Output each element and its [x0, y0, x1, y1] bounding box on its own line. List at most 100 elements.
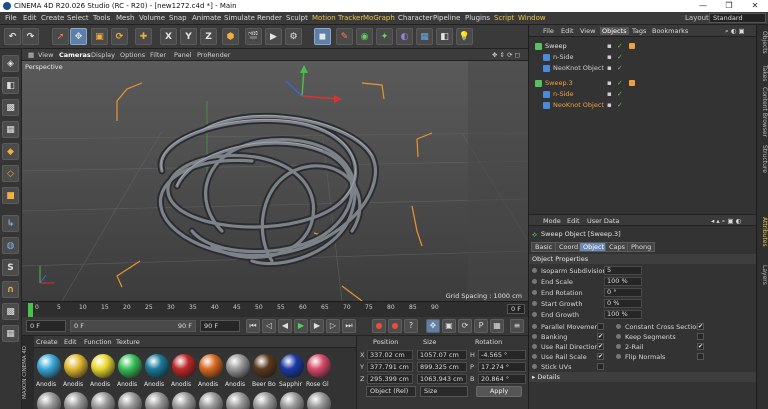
tweak-icon[interactable]: ◍: [2, 237, 19, 254]
obj-menu-edit[interactable]: Edit: [561, 27, 574, 35]
animation-dot-icon[interactable]: [532, 364, 537, 369]
record-icon[interactable]: ●: [372, 319, 386, 333]
material-swatch[interactable]: [64, 354, 88, 378]
goto-end-icon[interactable]: ⏭: [342, 319, 356, 333]
obj-manager-nav-icons[interactable]: ⌕ ◐ ▣: [725, 27, 745, 36]
property-value-field[interactable]: 100 %: [604, 310, 642, 319]
magnet-icon[interactable]: ∩: [2, 281, 19, 298]
tab-object[interactable]: Object: [579, 242, 609, 252]
pen-icon[interactable]: ✎: [336, 28, 353, 45]
timeline-ruler[interactable]: 0 5 10 15 20 25 30 35 40 45 50 55 60 65 …: [22, 301, 528, 317]
material-swatch[interactable]: [118, 354, 142, 378]
enabled-check-icon[interactable]: ✓: [617, 64, 623, 72]
animation-dot-icon[interactable]: [532, 301, 537, 306]
viewport-menu-icon[interactable]: ▦: [28, 51, 34, 59]
material-swatch[interactable]: [253, 354, 277, 378]
vp-menu-panel[interactable]: Panel: [174, 51, 192, 59]
start-frame-field[interactable]: 0 F: [26, 320, 66, 332]
property-value-field[interactable]: 0 %: [604, 299, 642, 308]
material-swatch[interactable]: [145, 354, 169, 378]
menu-mograph[interactable]: MoGraph: [363, 14, 395, 22]
mat-menu-function[interactable]: Function: [84, 338, 112, 346]
attr-menu-mode[interactable]: Mode: [543, 217, 561, 225]
key-rotation-icon[interactable]: ⟳: [458, 319, 472, 333]
mat-menu-create[interactable]: Create: [36, 338, 58, 346]
visibility-icon[interactable]: ▪: [607, 79, 612, 87]
render-region-icon[interactable]: 🎬: [245, 28, 262, 45]
position-x-field[interactable]: 337.02 cm: [367, 350, 413, 360]
snapping-icon[interactable]: S: [2, 259, 19, 276]
animation-dot-icon[interactable]: [616, 344, 621, 349]
render-settings-icon[interactable]: ⚙: [285, 28, 302, 45]
world-coords-icon[interactable]: ⬢: [222, 28, 239, 45]
position-y-field[interactable]: 377.791 cm: [367, 362, 413, 372]
playhead[interactable]: [28, 303, 33, 317]
timeline-menu-icon[interactable]: ≡: [510, 319, 524, 333]
menu-mesh[interactable]: Mesh: [116, 14, 134, 22]
object-row[interactable]: n-Side ▪ ✓: [529, 89, 757, 100]
menu-render[interactable]: Render: [257, 14, 282, 22]
enabled-check-icon[interactable]: ✓: [617, 53, 623, 61]
viewport-nav-icons[interactable]: ✥ ⇕ ⟳ ◻: [492, 51, 520, 59]
size-y-field[interactable]: 899.325 cm: [417, 362, 467, 372]
vp-menu-view[interactable]: View: [38, 51, 53, 59]
move-icon[interactable]: ✥: [70, 28, 87, 45]
menu-animate[interactable]: Animate: [192, 14, 221, 22]
goto-start-icon[interactable]: ⏮: [246, 319, 260, 333]
rotation-b-field[interactable]: 20.864 °: [478, 374, 526, 384]
material-swatch[interactable]: [280, 392, 304, 409]
undo-icon[interactable]: ↶: [4, 28, 21, 45]
obj-menu-bookmarks[interactable]: Bookmarks: [652, 27, 688, 35]
property-value-field[interactable]: 5: [604, 266, 642, 275]
obj-menu-tags[interactable]: Tags: [632, 27, 646, 35]
menu-window[interactable]: Window: [518, 14, 546, 22]
tab-basic[interactable]: Basic: [531, 242, 557, 252]
vp-menu-cameras[interactable]: Cameras: [59, 51, 91, 59]
side-tab-takes[interactable]: Takes: [758, 65, 768, 81]
key-position-icon[interactable]: ✥: [426, 319, 440, 333]
points-mode-icon[interactable]: ◆: [2, 143, 19, 160]
position-z-field[interactable]: 295.399 cm: [367, 374, 413, 384]
object-row[interactable]: Sweep ▪ ✓: [529, 41, 757, 52]
coord-mode-select[interactable]: Object (Rel): [366, 386, 416, 397]
grid-icon[interactable]: ▦: [2, 325, 19, 342]
animation-dot-icon[interactable]: [532, 334, 537, 339]
make-editable-icon[interactable]: ◈: [2, 55, 19, 72]
key-pla-icon[interactable]: ▦: [490, 319, 504, 333]
visibility-icon[interactable]: ▪: [607, 90, 612, 98]
material-swatch[interactable]: [226, 392, 250, 409]
material-swatch[interactable]: [199, 392, 223, 409]
end-frame-field[interactable]: 90 F: [200, 320, 240, 332]
material-swatch[interactable]: [253, 392, 277, 409]
side-tab-attributes[interactable]: Attributes: [758, 217, 768, 247]
details-section[interactable]: ▸ Details: [529, 372, 757, 382]
checkbox[interactable]: [697, 333, 704, 340]
key-param-icon[interactable]: P: [474, 319, 488, 333]
animation-dot-icon[interactable]: [616, 324, 621, 329]
prev-key-icon[interactable]: ◁: [262, 319, 276, 333]
visibility-icon[interactable]: ▪: [607, 53, 612, 61]
material-swatch[interactable]: [91, 392, 115, 409]
subdivision-icon[interactable]: ◉: [356, 28, 373, 45]
viewport[interactable]: Perspective Grid Spacing : 1000 cm: [22, 61, 528, 301]
checkbox[interactable]: ✔: [597, 333, 604, 340]
side-tab-objects[interactable]: Objects: [758, 31, 768, 54]
property-value-field[interactable]: 100 %: [604, 277, 642, 286]
obj-menu-objects[interactable]: Objects: [600, 27, 629, 35]
object-row[interactable]: NeoKnot Object ▪ ✓: [529, 63, 757, 74]
z-axis-icon[interactable]: Z: [200, 28, 217, 45]
vp-menu-prorender[interactable]: ProRender: [197, 51, 230, 59]
animation-dot-icon[interactable]: [532, 290, 537, 295]
material-swatch[interactable]: [91, 354, 115, 378]
material-swatch[interactable]: [118, 392, 142, 409]
attr-nav-icons[interactable]: ◂ ▴ ⌕ ▣ ◐: [711, 217, 741, 226]
scale-icon[interactable]: ▣: [91, 28, 108, 45]
texture-mode-icon[interactable]: ▩: [2, 99, 19, 116]
object-row[interactable]: NeoKnot Object ▪ ✓: [529, 100, 757, 111]
material-swatch[interactable]: [280, 354, 304, 378]
enabled-check-icon[interactable]: ✓: [617, 101, 623, 109]
material-swatch[interactable]: [199, 354, 223, 378]
edges-mode-icon[interactable]: ◇: [2, 165, 19, 182]
menu-pipeline[interactable]: Pipeline: [433, 14, 460, 22]
object-row[interactable]: n-Side ▪ ✓: [529, 52, 757, 63]
